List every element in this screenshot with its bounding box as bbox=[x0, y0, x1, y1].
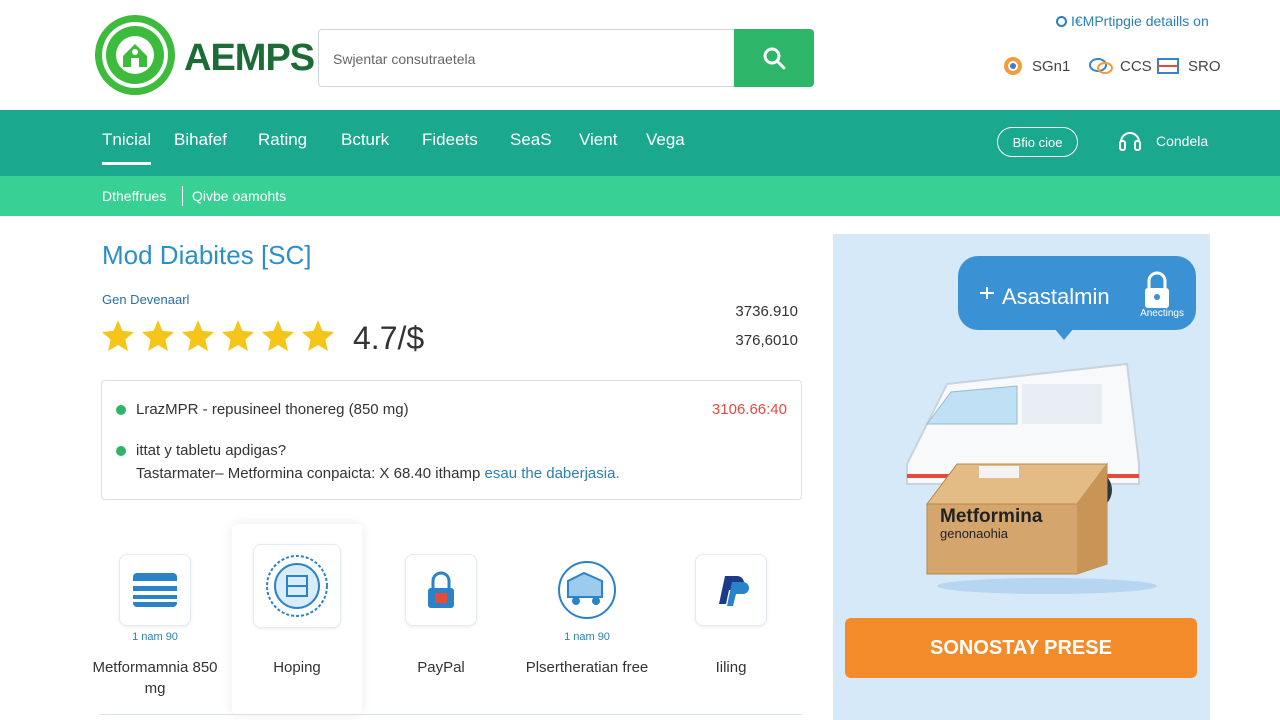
utility-item-2[interactable]: CCS bbox=[1088, 55, 1152, 77]
product-info-box: LrazMPR - repusineel thonereg (850 mg) 3… bbox=[101, 380, 802, 500]
subnav-item-2[interactable]: Qivbe oamohts bbox=[192, 188, 286, 204]
card-icon bbox=[119, 554, 191, 626]
top-info-link[interactable]: I€MPrtipgie detaills on bbox=[1056, 13, 1209, 29]
info-line-1: LrazMPR - repusineel thonereg (850 mg) bbox=[136, 401, 409, 418]
top-info-label: I€MPrtipgie detaills on bbox=[1071, 13, 1209, 29]
star-icon bbox=[101, 320, 135, 351]
utility-item-1[interactable]: SGn1 bbox=[1000, 55, 1070, 77]
subnav-divider bbox=[182, 186, 183, 206]
bullet-icon bbox=[116, 446, 126, 456]
product-title: Mod Diabites [SC] bbox=[102, 240, 312, 270]
info-icon bbox=[1056, 15, 1067, 27]
star-icon bbox=[301, 320, 335, 351]
chat-icon bbox=[1089, 58, 1113, 74]
card-label-5: Iiling bbox=[715, 659, 747, 676]
medal-icon bbox=[1004, 57, 1022, 75]
promo-bubble-text: Asastalmin bbox=[1002, 284, 1110, 309]
card-label-2: Hoping bbox=[273, 659, 321, 676]
star-icon bbox=[181, 320, 215, 351]
nav-item-4[interactable]: Bcturk bbox=[341, 130, 389, 150]
flag-icon bbox=[1157, 58, 1179, 74]
delivery-van-illustration bbox=[906, 362, 1157, 594]
star-rating bbox=[100, 318, 336, 354]
promo-bubble[interactable]: Asastalmin Anectings bbox=[958, 256, 1196, 330]
search-input[interactable] bbox=[333, 48, 723, 70]
paypal-icon bbox=[695, 554, 767, 626]
rating-value: 4.7/$ bbox=[353, 320, 425, 356]
headset-icon bbox=[1119, 132, 1141, 151]
search-button[interactable] bbox=[734, 29, 814, 87]
card-label-1: Metformamnia 850 mg bbox=[92, 659, 218, 697]
utility-item-3[interactable]: SRO bbox=[1156, 55, 1221, 77]
info-line-3-text: Tastarmater– Metformina conpaicta: X 68.… bbox=[136, 465, 485, 482]
padlock-icon bbox=[1145, 271, 1169, 308]
utility-label-2: CCS bbox=[1120, 57, 1152, 75]
feature-card-4[interactable]: 1 nam 90 Plsertheratian free bbox=[522, 524, 652, 714]
promo-box-sub: genonaohia bbox=[940, 526, 1008, 541]
feature-card-1[interactable]: 1 nam 90 Metformamnia 850 mg bbox=[90, 524, 220, 714]
promo-box-label: Metformina bbox=[940, 506, 1043, 527]
feature-card-3[interactable]: PayPal bbox=[376, 524, 506, 714]
promo-panel: Asastalmin Anectings Metformina genonaoh… bbox=[833, 234, 1210, 720]
feature-card-5[interactable]: Iiling bbox=[666, 524, 796, 714]
price-primary: 3736.910 bbox=[735, 303, 798, 320]
search-bar bbox=[318, 29, 814, 87]
promo-bubble-tail bbox=[1054, 328, 1074, 340]
info-price: 3106.66:40 bbox=[711, 401, 787, 418]
nav-item-3[interactable]: Rating bbox=[258, 130, 307, 150]
aemps-seal-logo[interactable] bbox=[94, 14, 176, 96]
utility-label-1: SGn1 bbox=[1032, 57, 1071, 75]
nav-pill-button[interactable]: Bfio cioe bbox=[997, 127, 1078, 157]
nav-item-5[interactable]: Fideets bbox=[422, 130, 478, 150]
feature-card-2[interactable]: Hoping bbox=[232, 524, 362, 714]
info-line-3-link[interactable]: esau the daberjasia. bbox=[485, 465, 620, 482]
star-icon bbox=[221, 320, 255, 351]
help-link[interactable]: Condela bbox=[1118, 127, 1208, 155]
nav-item-6[interactable]: SeaS bbox=[510, 130, 552, 150]
nav-item-2[interactable]: Bihafef bbox=[174, 130, 227, 150]
lock-icon bbox=[405, 554, 477, 626]
subnav-item-1[interactable]: Dtheffrues bbox=[102, 188, 166, 204]
utility-label-3: SRO bbox=[1188, 57, 1221, 75]
promo-cta-button[interactable]: SONOSTAY PRESE bbox=[845, 618, 1197, 678]
bullet-icon bbox=[116, 405, 126, 415]
sparkle-icon bbox=[980, 287, 994, 299]
shipping-icon bbox=[551, 554, 623, 626]
card-sub-1: 1 nam 90 bbox=[132, 631, 178, 643]
section-divider bbox=[101, 714, 802, 720]
info-line-2: ittat y tabletu apdigas? bbox=[136, 442, 287, 459]
star-icon bbox=[141, 320, 175, 351]
star-icon bbox=[261, 320, 295, 351]
product-subtitle[interactable]: Gen Devenaarl bbox=[102, 292, 189, 307]
sub-nav: Dtheffrues Qivbe oamohts bbox=[0, 176, 1280, 216]
card-label-3: PayPal bbox=[417, 659, 465, 676]
price-secondary: 376,6010 bbox=[735, 332, 798, 349]
help-label: Condela bbox=[1156, 133, 1209, 149]
card-label-4: Plsertheratian free bbox=[525, 659, 649, 676]
info-line-3: Tastarmater– Metformina conpaicta: X 68.… bbox=[136, 465, 620, 482]
search-icon bbox=[763, 47, 786, 70]
brand-name[interactable]: AEMPS bbox=[184, 37, 315, 80]
nav-item-8[interactable]: Vega bbox=[646, 130, 685, 150]
header: AEMPS I€MPrtipgie detaills on SGn1 CCS bbox=[0, 0, 1280, 110]
certificate-icon bbox=[253, 544, 341, 628]
nav-item-7[interactable]: Vient bbox=[579, 130, 617, 150]
nav-item-1[interactable]: Tnicial bbox=[102, 130, 152, 165]
card-sub-4: 1 nam 90 bbox=[564, 631, 610, 643]
main-nav: Tnicial Bihafef Rating Bcturk Fideets Se… bbox=[0, 110, 1280, 176]
